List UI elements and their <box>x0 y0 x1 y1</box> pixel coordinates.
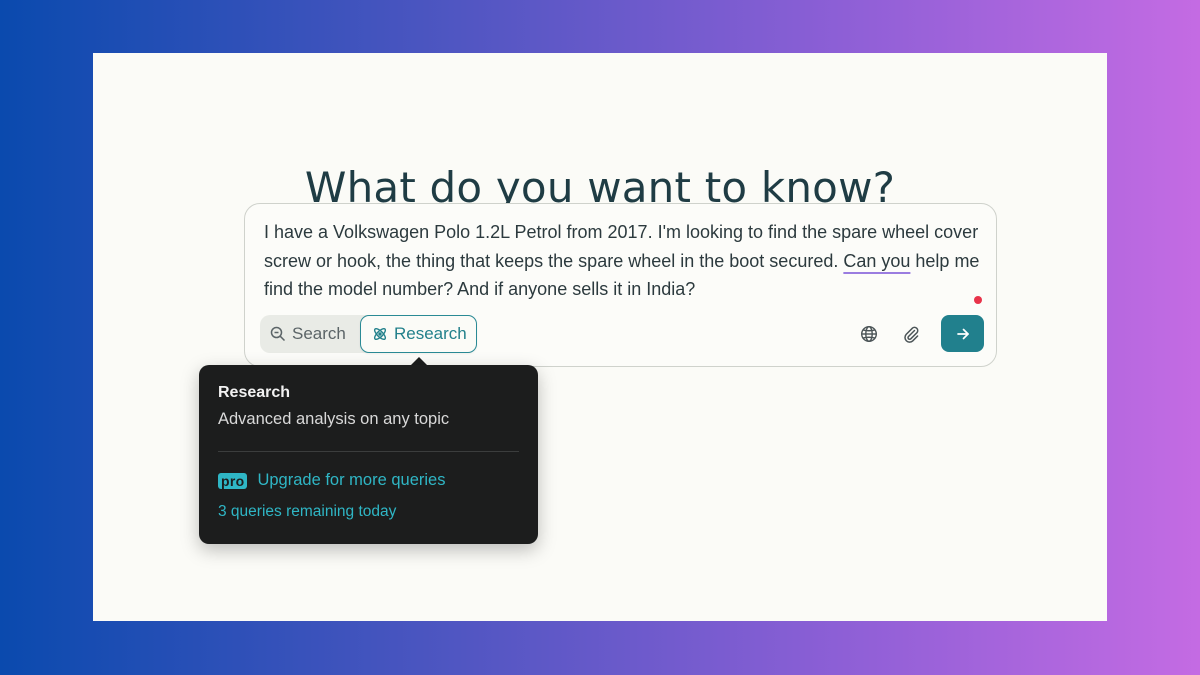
research-mode-button[interactable]: Research <box>360 315 477 353</box>
query-input[interactable]: I have a Volkswagen Polo 1.2L Petrol fro… <box>264 218 984 304</box>
spellcheck-underlined-text[interactable]: Can you <box>843 251 910 271</box>
recording-indicator-dot <box>974 296 982 304</box>
globe-button[interactable] <box>859 324 879 344</box>
globe-icon <box>860 325 878 343</box>
search-icon <box>270 326 286 342</box>
tooltip-title: Research <box>218 384 291 401</box>
queries-remaining: 3 queries remaining today <box>218 503 397 520</box>
tooltip-divider <box>218 451 519 452</box>
upgrade-link[interactable]: pro Upgrade for more queries <box>218 471 445 490</box>
pro-badge: pro <box>218 472 248 489</box>
arrow-right-icon <box>956 328 969 339</box>
upgrade-link-label: Upgrade for more queries <box>257 471 446 489</box>
research-mode-label: Research <box>394 324 467 343</box>
search-mode-label: Search <box>292 324 346 343</box>
query-input-box[interactable]: I have a Volkswagen Polo 1.2L Petrol fro… <box>244 203 997 367</box>
mode-toggle: Search Research <box>260 315 477 353</box>
search-mode-button[interactable]: Search <box>270 315 346 353</box>
tooltip-description: Advanced analysis on any topic <box>218 410 450 428</box>
research-icon <box>373 327 387 341</box>
submit-button[interactable] <box>941 315 984 352</box>
research-tooltip: Research Advanced analysis on any topic … <box>199 365 538 544</box>
paperclip-icon <box>904 326 919 343</box>
attach-button[interactable] <box>901 324 921 344</box>
